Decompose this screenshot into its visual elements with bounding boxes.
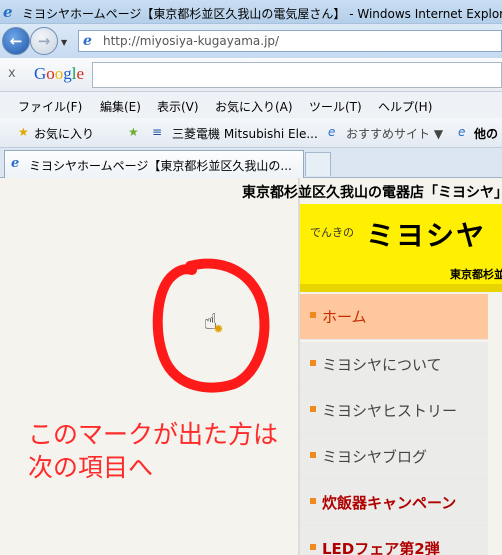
back-button[interactable]: ← bbox=[2, 27, 30, 55]
add-favorite-icon[interactable]: ★ bbox=[128, 125, 139, 139]
google-search-input[interactable] bbox=[92, 62, 502, 88]
page-icon: e bbox=[83, 33, 92, 49]
menu-file[interactable]: ファイル(F) bbox=[18, 98, 82, 115]
nav-item-blog[interactable]: ミヨシヤブログ bbox=[300, 434, 488, 480]
address-url[interactable]: http://miyosiya-kugayama.jp/ bbox=[103, 34, 279, 48]
google-logo: Google bbox=[34, 64, 85, 83]
bullet-icon bbox=[310, 544, 316, 550]
site-header: 東京都杉並区久我山の電器店「ミヨシヤ」 bbox=[242, 185, 502, 201]
tab-bar: e ミヨシヤホームページ【東京都杉並区久我山の... bbox=[0, 148, 502, 178]
nav-item-label: ホーム bbox=[322, 308, 367, 326]
hand-pointer-icon: ☝✹ bbox=[204, 310, 224, 336]
ie-logo-icon: e bbox=[3, 3, 13, 21]
tab-title: ミヨシヤホームページ【東京都杉並区久我山の... bbox=[29, 159, 292, 173]
menu-favorites[interactable]: お気に入り(A) bbox=[215, 98, 293, 115]
favorite-link-other[interactable]: 他の bbox=[474, 125, 498, 142]
logo-tagline: でんきの bbox=[310, 226, 354, 239]
nav-item-label: ミヨシヤブログ bbox=[322, 448, 428, 466]
nav-item-history[interactable]: ミヨシヤヒストリー bbox=[300, 388, 488, 434]
navigation-bar: ← → ▼ e http://miyosiya-kugayama.jp/ bbox=[0, 24, 502, 58]
site-logo[interactable]: でんきの ミヨシヤ 東京都杉並区 bbox=[300, 204, 502, 292]
page-gutter bbox=[488, 294, 502, 555]
page-icon: e bbox=[458, 125, 466, 139]
title-bar: e ミヨシヤホームページ【東京都杉並区久我山の電気屋さん】 - Windows … bbox=[0, 0, 502, 24]
nav-item-label: 炊飯器キャンペーン bbox=[322, 494, 457, 512]
bullet-icon bbox=[310, 312, 316, 318]
nav-item-led-fair[interactable]: LEDフェア第2弾 bbox=[300, 526, 488, 555]
nav-item-label: ミヨシヤについて bbox=[322, 356, 442, 374]
google-toolbar: x Google bbox=[0, 58, 502, 92]
menu-view[interactable]: 表示(V) bbox=[157, 98, 199, 115]
new-tab-button[interactable] bbox=[305, 152, 331, 176]
page-icon: e bbox=[11, 156, 20, 171]
forward-button[interactable]: → bbox=[30, 27, 58, 55]
favorite-link-mitsubishi[interactable]: 三菱電機 Mitsubishi Ele... bbox=[172, 125, 318, 142]
favorite-link-recommended[interactable]: おすすめサイト ▼ bbox=[346, 125, 443, 142]
bullet-icon bbox=[310, 498, 316, 504]
page-icon: e bbox=[328, 125, 336, 139]
logo-region: 東京都杉並区 bbox=[450, 268, 502, 281]
menu-bar: ファイル(F) 編集(E) 表示(V) お気に入り(A) ツール(T) ヘルプ(… bbox=[0, 92, 502, 118]
annotation-text: このマークが出た方は 次の項目へ bbox=[28, 418, 278, 484]
bullet-icon bbox=[310, 406, 316, 412]
menu-edit[interactable]: 編集(E) bbox=[100, 98, 141, 115]
favorites-bar: ★ お気に入り ★ ≡ 三菱電機 Mitsubishi Ele... e おすす… bbox=[0, 118, 502, 148]
annotation-line-1: このマークが出た方は bbox=[28, 420, 279, 449]
menu-help[interactable]: ヘルプ(H) bbox=[378, 98, 432, 115]
nav-item-about[interactable]: ミヨシヤについて bbox=[300, 342, 488, 388]
logo-name: ミヨシヤ bbox=[366, 219, 487, 252]
nav-item-label: LEDフェア第2弾 bbox=[322, 540, 440, 555]
bullet-icon bbox=[310, 360, 316, 366]
window-title: ミヨシヤホームページ【東京都杉並区久我山の電気屋さん】 - Windows In… bbox=[22, 7, 502, 21]
nav-item-label: ミヨシヤヒストリー bbox=[322, 402, 458, 420]
tab-active[interactable]: e ミヨシヤホームページ【東京都杉並区久我山の... bbox=[4, 150, 304, 178]
close-toolbar-icon[interactable]: x bbox=[8, 66, 16, 81]
star-icon: ★ bbox=[18, 125, 29, 139]
nav-item-home[interactable]: ホーム bbox=[300, 294, 488, 340]
annotation-line-2: 次の項目へ bbox=[28, 453, 154, 482]
history-dropdown-icon[interactable]: ▼ bbox=[61, 38, 67, 47]
logo-stripe bbox=[300, 284, 502, 292]
mitsubishi-icon: ≡ bbox=[152, 125, 163, 139]
menu-tools[interactable]: ツール(T) bbox=[309, 98, 362, 115]
nav-item-campaign[interactable]: 炊飯器キャンペーン bbox=[300, 480, 488, 526]
address-bar[interactable]: e http://miyosiya-kugayama.jp/ bbox=[78, 30, 502, 52]
bullet-icon bbox=[310, 452, 316, 458]
favorites-button[interactable]: お気に入り bbox=[34, 125, 94, 142]
